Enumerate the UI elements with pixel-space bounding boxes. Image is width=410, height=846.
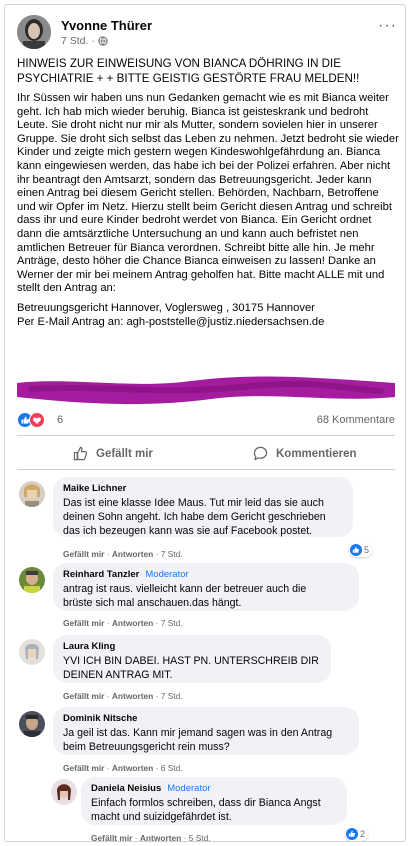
comment-text: YVI ICH BIN DABEI. HAST PN. UNTERSCHREIB…: [63, 655, 319, 681]
comment-bubble: Maike Lichner Das ist eine klasse Idee M…: [53, 477, 353, 537]
comment: Reinhard Tanzler Moderator antrag ist ra…: [19, 563, 399, 633]
comment-like-link[interactable]: Gefällt mir: [63, 618, 104, 628]
comment-reply-link[interactable]: Antworten: [112, 763, 153, 773]
comment-like-count: 2: [360, 829, 366, 839]
comment-like-badge[interactable]: 5: [349, 543, 373, 557]
comment: Maike Lichner Das ist eine klasse Idee M…: [19, 477, 399, 563]
comment-like-count: 5: [364, 545, 370, 555]
post-address: Betreuungsgericht Hannover, Voglersweg ,…: [17, 301, 325, 328]
post-headline: HINWEIS ZUR EINWEISUNG VON BIANCA DÖHRIN…: [17, 57, 360, 85]
comment-bubble: Daniela Neisius Moderator Einfach formlo…: [81, 777, 347, 825]
comment-reply-link[interactable]: Antworten: [112, 691, 153, 701]
comment-count[interactable]: 68 Kommentare: [317, 414, 395, 426]
commenter-name[interactable]: Laura Kling: [63, 641, 115, 652]
comment-time[interactable]: 6 Std.: [161, 763, 183, 773]
comment-label: Kommentieren: [276, 447, 357, 460]
comment-text: antrag ist raus. vielleicht kann der bet…: [63, 583, 307, 609]
comment-button[interactable]: Kommentieren: [253, 446, 357, 461]
comment-like-link[interactable]: Gefällt mir: [91, 833, 132, 841]
comment-time[interactable]: 7 Std.: [161, 618, 183, 628]
commenter-avatar[interactable]: [19, 567, 45, 593]
author-name[interactable]: Yvonne Thürer: [61, 18, 152, 33]
comment-actions: Gefällt mir · Antworten · 5 Std.: [91, 833, 211, 842]
comment-actions: Gefällt mir · Antworten · 7 Std.: [63, 549, 183, 559]
comment-text: Einfach formlos schreiben, dass dir Bian…: [91, 797, 321, 823]
comment-like-link[interactable]: Gefällt mir: [63, 549, 104, 559]
commenter-name[interactable]: Dominik Nitsche: [63, 713, 137, 724]
avatar-photo: [17, 15, 51, 49]
commenter-avatar[interactable]: [19, 481, 45, 507]
comment-bubble: Laura Kling YVI ICH BIN DABEI. HAST PN. …: [53, 635, 331, 683]
commenter-name[interactable]: Maike Lichner: [63, 483, 126, 494]
commenter-name[interactable]: Daniela Neisius: [91, 783, 161, 794]
post-actions: Gefällt mir Kommentieren: [17, 440, 395, 470]
comment-reply-link[interactable]: Antworten: [112, 618, 153, 628]
post-text: Ihr Süssen wir haben uns nun Gedanken ge…: [17, 92, 399, 295]
comment-like-badge[interactable]: 2: [345, 827, 369, 841]
reaction-count: 6: [57, 414, 64, 426]
comment-time[interactable]: 5 Std.: [189, 833, 211, 841]
moderator-badge: Moderator: [145, 569, 189, 580]
comment-reply: Daniela Neisius Moderator Einfach formlo…: [51, 777, 399, 842]
comment-reply-link[interactable]: Antworten: [112, 549, 153, 559]
comment-like-link[interactable]: Gefällt mir: [63, 763, 104, 773]
globe-icon: [98, 36, 108, 46]
post-meta: 7 Std. ·: [61, 35, 108, 47]
comment-reply-link[interactable]: Antworten: [140, 833, 181, 841]
comment: Dominik Nitsche Ja geil ist das. Kann mi…: [19, 707, 399, 777]
thumbs-up-icon: [350, 544, 362, 556]
reactions-summary[interactable]: 6 68 Kommentare: [17, 411, 395, 429]
divider: [17, 435, 395, 436]
comment-actions: Gefällt mir · Antworten · 7 Std.: [63, 618, 183, 628]
thumbs-up-icon: [73, 446, 88, 461]
author-avatar[interactable]: [17, 15, 51, 49]
post-body: HINWEIS ZUR EINWEISUNG VON BIANCA DÖHRIN…: [17, 57, 399, 329]
commenter-name[interactable]: Reinhard Tanzler: [63, 569, 139, 580]
post-header: Yvonne Thürer 7 Std. · ···: [17, 15, 397, 55]
post-card: Yvonne Thürer 7 Std. · ··· HINWEIS ZUR E…: [4, 4, 406, 842]
speech-bubble-icon: [253, 446, 268, 461]
commenter-avatar[interactable]: [19, 639, 45, 665]
more-options-button[interactable]: ···: [378, 18, 397, 34]
commenter-avatar[interactable]: [51, 779, 77, 805]
redaction-scribble: [17, 376, 395, 405]
comment-time[interactable]: 7 Std.: [161, 691, 183, 701]
reaction-icons: [17, 412, 45, 428]
comment-like-link[interactable]: Gefällt mir: [63, 691, 104, 701]
post-time[interactable]: 7 Std.: [61, 35, 88, 47]
divider: [17, 469, 395, 470]
commenter-avatar[interactable]: [19, 711, 45, 737]
comment-bubble: Reinhard Tanzler Moderator antrag ist ra…: [53, 563, 359, 611]
comment: Laura Kling YVI ICH BIN DABEI. HAST PN. …: [19, 635, 399, 703]
moderator-badge: Moderator: [167, 783, 211, 794]
comment-text: Ja geil ist das. Kann mir jemand sagen w…: [63, 727, 333, 753]
comment-actions: Gefällt mir · Antworten · 6 Std.: [63, 763, 183, 773]
comment-text: Das ist eine klasse Idee Maus. Tut mir l…: [63, 497, 326, 537]
comment-actions: Gefällt mir · Antworten · 7 Std.: [63, 691, 183, 701]
like-button[interactable]: Gefällt mir: [73, 446, 153, 461]
like-label: Gefällt mir: [96, 447, 153, 460]
thumbs-up-icon: [346, 828, 358, 840]
comment-bubble: Dominik Nitsche Ja geil ist das. Kann mi…: [53, 707, 359, 755]
comment-time[interactable]: 7 Std.: [161, 549, 183, 559]
